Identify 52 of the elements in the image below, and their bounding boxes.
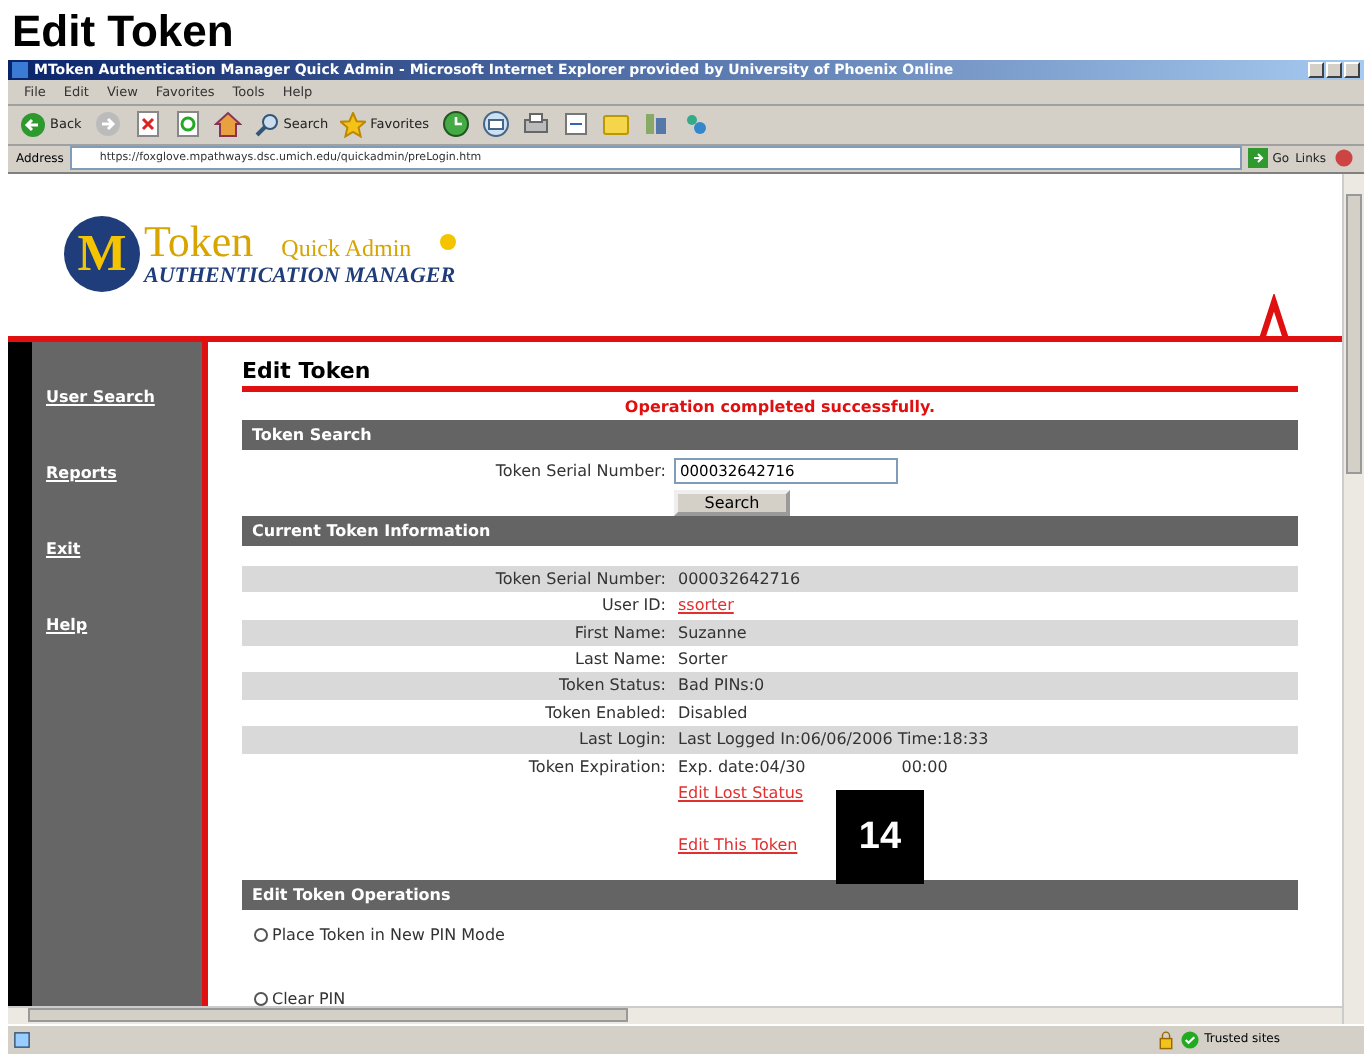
browser-icon bbox=[12, 62, 28, 79]
search-icon[interactable] bbox=[253, 111, 280, 138]
lock-icon[interactable] bbox=[1156, 1029, 1177, 1050]
callout-number: 14 bbox=[836, 790, 924, 884]
field-value: Exp. date:04/30 bbox=[678, 755, 806, 780]
success-message: Operation completed successfully. bbox=[622, 395, 938, 420]
maximize-button[interactable] bbox=[1326, 62, 1342, 79]
field-label: Token Status: bbox=[557, 674, 666, 699]
field-label: First Name: bbox=[572, 621, 666, 646]
home-icon[interactable] bbox=[213, 110, 242, 139]
minimize-button[interactable] bbox=[1308, 62, 1324, 79]
field-label: Token Serial Number: bbox=[493, 567, 666, 592]
field-label: Last Name: bbox=[572, 648, 666, 672]
check-icon[interactable] bbox=[1180, 1029, 1201, 1050]
section-bar: Current Token Information bbox=[242, 515, 1298, 546]
close-button[interactable] bbox=[1344, 62, 1360, 79]
edit-link[interactable]: Edit Lost Status bbox=[678, 783, 804, 802]
sidebar-link[interactable]: Exit bbox=[32, 539, 202, 616]
section-bar: Token Search bbox=[242, 419, 1298, 450]
field-label: Token Enabled: bbox=[543, 701, 666, 726]
edit-link[interactable]: Edit This Token bbox=[678, 836, 798, 855]
field-label: Last Login: bbox=[577, 728, 666, 753]
section-bar: Edit Token Operations bbox=[242, 879, 1298, 910]
page-heading: Edit Token bbox=[10, 4, 236, 60]
field-value: Bad PINs:0 bbox=[678, 674, 765, 699]
horizontal-scrollbar[interactable] bbox=[8, 1005, 1342, 1024]
radio-button[interactable] bbox=[254, 927, 268, 942]
go-arrow-icon[interactable] bbox=[1248, 148, 1269, 169]
field-value: 000032642716 bbox=[678, 567, 801, 592]
field-value: Suzanne bbox=[678, 621, 747, 646]
field-value: Sorter bbox=[678, 648, 728, 672]
field-label: User ID: bbox=[600, 594, 666, 619]
field-label: Token Expiration: bbox=[526, 755, 666, 780]
history-icon[interactable] bbox=[441, 110, 469, 139]
field-value: Disabled bbox=[678, 701, 748, 726]
page-icon[interactable] bbox=[12, 1029, 32, 1050]
field-value: Last Logged In:06/06/2006 Time:18:33 bbox=[678, 728, 989, 753]
option-label[interactable]: Clear PIN bbox=[272, 989, 346, 1006]
section-heading: Edit Token bbox=[242, 357, 1298, 392]
user-id-link[interactable]: ssorter bbox=[678, 592, 734, 620]
star-icon[interactable] bbox=[340, 111, 367, 138]
print-icon[interactable] bbox=[521, 110, 549, 139]
stop-icon[interactable] bbox=[133, 110, 162, 139]
field-label: Token Serial Number: bbox=[493, 459, 666, 484]
refresh-icon[interactable] bbox=[173, 110, 202, 139]
vertical-scrollbar[interactable] bbox=[1342, 173, 1364, 1024]
sidebar-link[interactable]: Reports bbox=[32, 463, 202, 540]
option-label[interactable]: Place Token in New PIN Mode bbox=[272, 925, 505, 944]
search-button[interactable]: Search bbox=[674, 489, 790, 516]
sidebar-link[interactable]: Help bbox=[32, 615, 202, 692]
sidebar-link[interactable]: User Search bbox=[32, 387, 202, 464]
field-value: 00:00 bbox=[901, 755, 948, 780]
